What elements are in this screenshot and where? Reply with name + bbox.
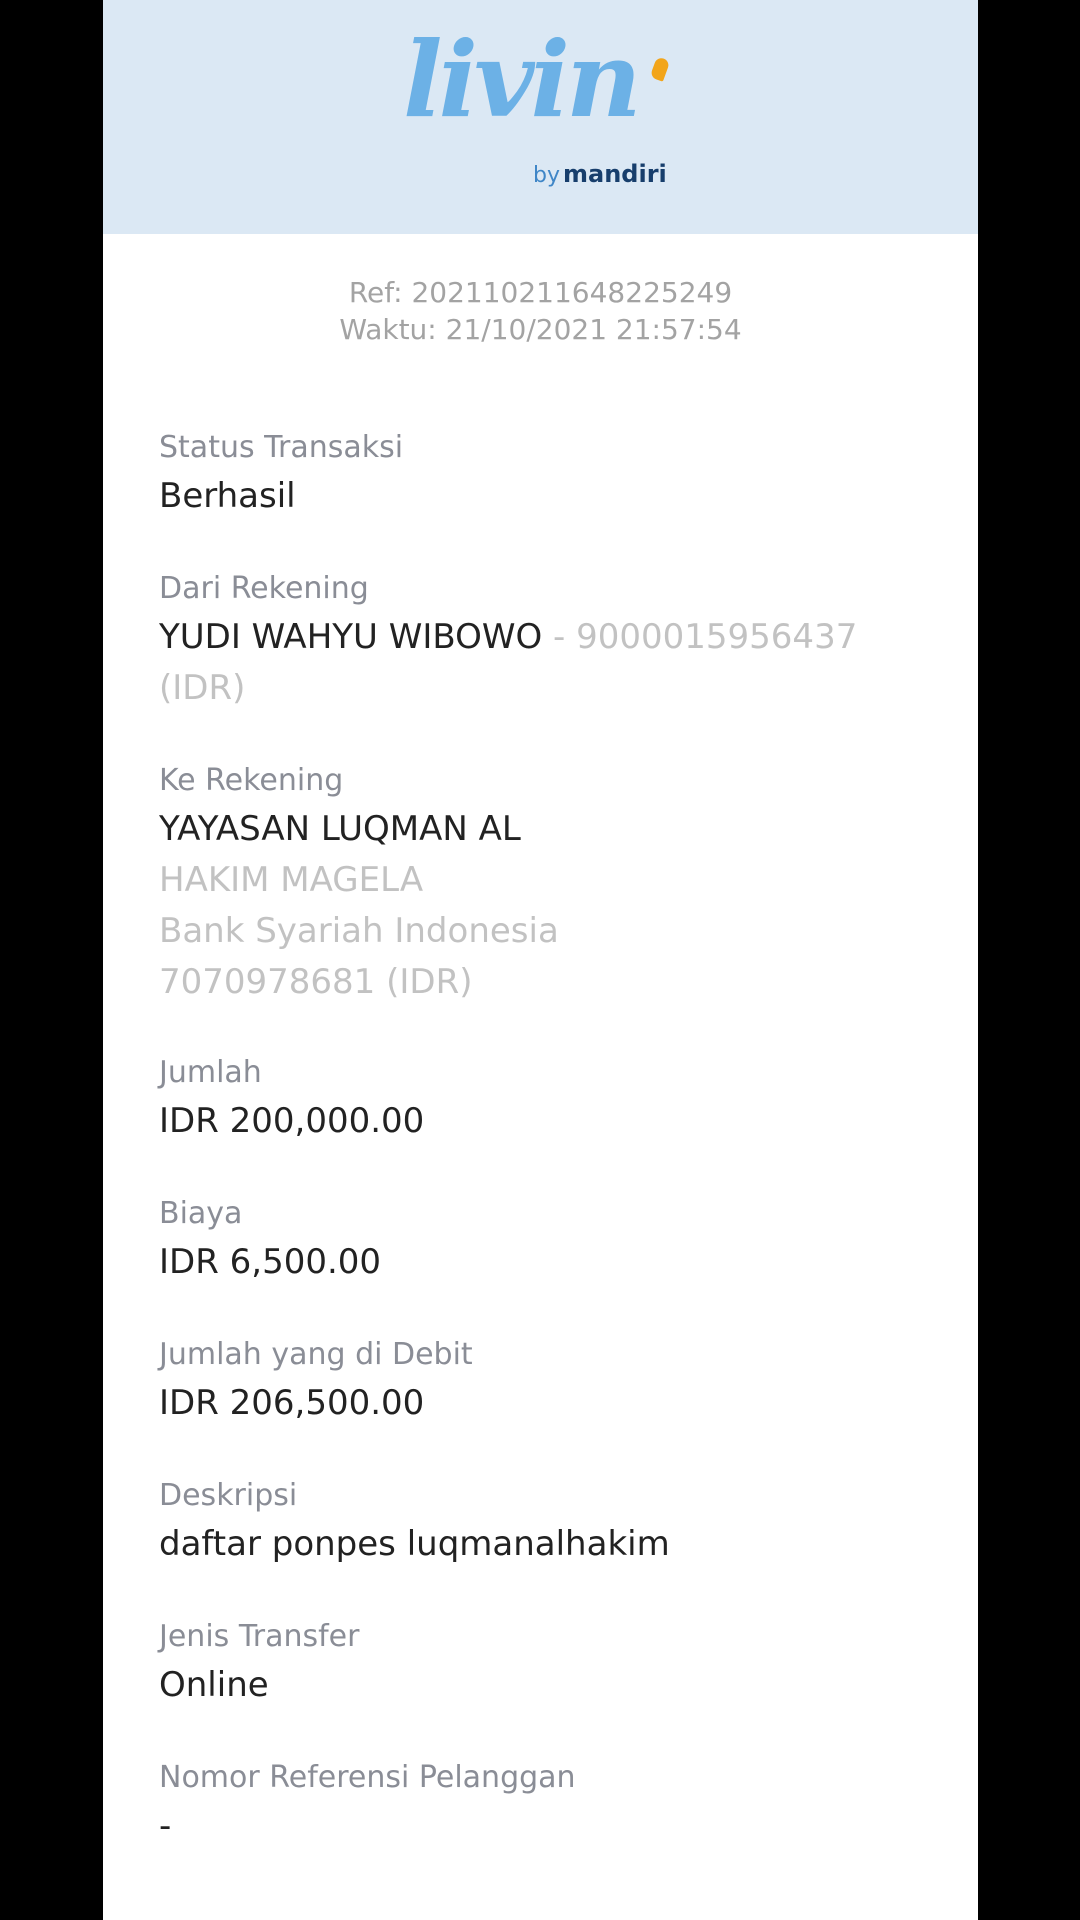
receipt-header: livin by mandiri	[103, 0, 978, 234]
from-account-value: YUDI WAHYU WIBOWO - 9000015956437 (IDR)	[159, 612, 939, 714]
to-account-number: 7070978681 (IDR)	[159, 962, 473, 1002]
field-label: Nomor Referensi Pelanggan	[159, 1760, 576, 1795]
field-label: Biaya	[159, 1196, 243, 1231]
field-label: Jenis Transfer	[159, 1619, 360, 1654]
to-account-value: YAYASAN LUQMAN AL HAKIM MAGELA Bank Syar…	[159, 804, 939, 1008]
from-account-name: YUDI WAHYU WIBOWO	[159, 617, 543, 657]
reference-block: Ref: 202110211648225249 Waktu: 21/10/202…	[103, 274, 978, 348]
to-account-name-cont: HAKIM MAGELA	[159, 860, 424, 900]
field-label: Jumlah	[159, 1055, 262, 1090]
to-account-bank: Bank Syariah Indonesia	[159, 911, 559, 951]
debit-value: IDR 206,500.00	[159, 1383, 425, 1423]
field-customer-reference: Nomor Referensi Pelanggan -	[159, 1758, 939, 1852]
mandiri-logo-text: mandiri	[563, 160, 667, 188]
transaction-receipt: livin by mandiri Ref: 202110211648225249…	[103, 0, 978, 1920]
to-account-name: YAYASAN LUQMAN AL	[159, 809, 521, 849]
livin-logo: livin	[403, 18, 642, 141]
field-amount: Jumlah IDR 200,000.00	[159, 1053, 939, 1147]
amount-value: IDR 200,000.00	[159, 1101, 425, 1141]
field-label: Jumlah yang di Debit	[159, 1337, 473, 1372]
field-label: Deskripsi	[159, 1478, 298, 1513]
field-transfer-type: Jenis Transfer Online	[159, 1617, 939, 1711]
from-account-number: - 9000015956437	[542, 617, 858, 657]
transaction-time: Waktu: 21/10/2021 21:57:54	[339, 313, 742, 346]
field-label: Ke Rekening	[159, 763, 344, 798]
field-label: Dari Rekening	[159, 571, 369, 606]
field-status: Status Transaksi Berhasil	[159, 428, 939, 522]
customer-reference-value: -	[159, 1806, 172, 1846]
logo-accent-mark	[649, 56, 671, 82]
field-to-account: Ke Rekening YAYASAN LUQMAN AL HAKIM MAGE…	[159, 761, 939, 1008]
description-value: daftar ponpes luqmanalhakim	[159, 1524, 670, 1564]
reference-number: Ref: 202110211648225249	[348, 276, 733, 309]
field-from-account: Dari Rekening YUDI WAHYU WIBOWO - 900001…	[159, 569, 939, 714]
field-description: Deskripsi daftar ponpes luqmanalhakim	[159, 1476, 939, 1570]
from-account-currency: (IDR)	[159, 668, 246, 708]
field-fee: Biaya IDR 6,500.00	[159, 1194, 939, 1288]
field-debit: Jumlah yang di Debit IDR 206,500.00	[159, 1335, 939, 1429]
fee-value: IDR 6,500.00	[159, 1242, 382, 1282]
transfer-type-value: Online	[159, 1665, 269, 1705]
status-value: Berhasil	[159, 476, 296, 516]
logo-by-text: by	[533, 163, 560, 188]
field-label: Status Transaksi	[159, 430, 404, 465]
